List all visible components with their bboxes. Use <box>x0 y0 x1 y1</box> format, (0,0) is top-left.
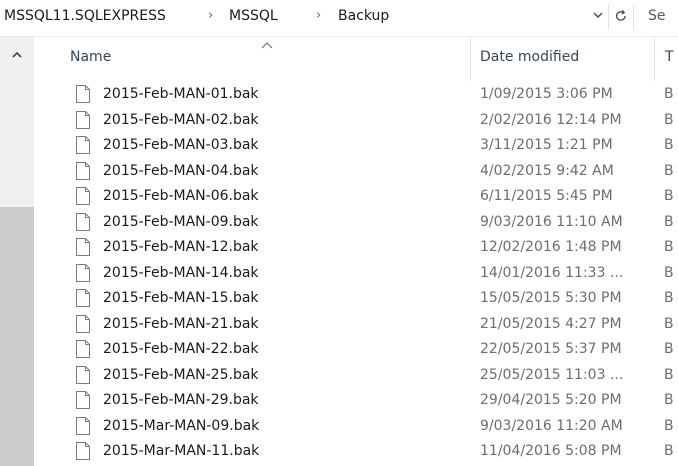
breadcrumb-item-mssql11-sqlexpress[interactable]: MSSQL11.SQLEXPRESS <box>4 8 166 24</box>
file-icon <box>76 187 90 205</box>
file-row[interactable]: 2015-Mar-MAN-11.bak 11/04/2016 5:08 PM B <box>34 439 678 465</box>
file-icon <box>76 238 90 256</box>
file-icon <box>76 314 90 333</box>
breadcrumb-separator[interactable]: › <box>316 8 321 23</box>
file-type: B <box>664 86 674 102</box>
file-row[interactable]: 2015-Feb-MAN-06.bak 6/11/2015 5:45 PM B <box>34 184 678 210</box>
file-row[interactable]: 2015-Feb-MAN-09.bak 9/03/2016 11:10 AM B <box>34 210 678 236</box>
file-row[interactable]: 2015-Feb-MAN-01.bak 1/09/2015 3:06 PM B <box>34 82 678 108</box>
file-type: B <box>664 315 674 332</box>
file-icon <box>76 85 90 103</box>
file-list: 2015-Feb-MAN-01.bak 1/09/2015 3:06 PM B 201… <box>34 82 678 465</box>
file-type: B <box>664 341 674 357</box>
file-type: B <box>664 366 674 383</box>
file-date-modified: 15/05/2015 5:30 PM <box>480 290 622 306</box>
file-name: 2015-Feb-MAN-29.bak <box>103 392 259 408</box>
file-row[interactable]: 2015-Feb-MAN-04.bak 4/02/2015 9:42 AM B <box>34 159 678 185</box>
file-row[interactable]: 2015-Mar-MAN-09.bak 9/03/2016 11:20 AM B <box>34 414 678 440</box>
file-name: 2015-Feb-MAN-22.bak <box>103 341 259 357</box>
sort-ascending-icon <box>261 42 273 49</box>
file-name: 2015-Feb-MAN-15.bak <box>103 290 259 306</box>
file-icon <box>76 289 90 307</box>
breadcrumb-item-mssql[interactable]: MSSQL <box>229 8 278 24</box>
file-type: B <box>664 392 674 408</box>
file-name: 2015-Mar-MAN-09.bak <box>103 417 260 434</box>
file-type: B <box>664 443 674 459</box>
file-date-modified: 12/02/2016 1:48 PM <box>480 239 622 255</box>
scroll-up-icon[interactable] <box>10 47 24 61</box>
file-name: 2015-Feb-MAN-03.bak <box>103 137 259 153</box>
file-name: 2015-Feb-MAN-12.bak <box>103 239 259 255</box>
file-type: B <box>664 137 674 153</box>
file-date-modified: 21/05/2015 4:27 PM <box>480 315 622 332</box>
column-header-name[interactable]: Name <box>34 37 470 81</box>
file-date-modified: 9/03/2016 11:20 AM <box>480 417 623 434</box>
file-icon <box>76 442 90 460</box>
file-date-modified: 1/09/2015 3:06 PM <box>480 86 613 102</box>
file-row[interactable]: 2015-Feb-MAN-03.bak 3/11/2015 1:21 PM B <box>34 133 678 159</box>
file-date-modified: 4/02/2015 9:42 AM <box>480 162 614 179</box>
refresh-button[interactable] <box>608 4 634 30</box>
column-header-date-modified[interactable]: Date modified <box>470 37 655 81</box>
file-date-modified: 22/05/2015 5:37 PM <box>480 341 622 357</box>
file-name: 2015-Feb-MAN-25.bak <box>103 366 259 383</box>
file-type: B <box>664 417 674 434</box>
chevron-down-icon[interactable] <box>591 9 605 23</box>
refresh-icon <box>615 10 626 21</box>
breadcrumb-item-backup[interactable]: Backup <box>338 8 389 24</box>
file-icon <box>76 212 90 231</box>
file-row[interactable]: 2015-Feb-MAN-25.bak 25/05/2015 11:03 ... B <box>34 363 678 389</box>
file-name: 2015-Feb-MAN-06.bak <box>103 188 259 204</box>
file-name: 2015-Mar-MAN-11.bak <box>103 443 260 459</box>
file-type: B <box>664 162 674 179</box>
file-date-modified: 25/05/2015 11:03 ... <box>480 366 624 383</box>
column-header-name-label: Name <box>70 49 112 65</box>
navigation-pane-scrollbar[interactable] <box>0 37 34 466</box>
file-type: B <box>664 290 674 306</box>
file-date-modified: 14/01/2016 11:33 ... <box>480 264 624 281</box>
file-date-modified: 6/11/2015 5:45 PM <box>480 188 613 204</box>
file-type: B <box>664 213 674 230</box>
file-icon <box>76 391 90 409</box>
file-date-modified: 3/11/2015 1:21 PM <box>480 137 613 153</box>
file-row[interactable]: 2015-Feb-MAN-21.bak 21/05/2015 4:27 PM B <box>34 312 678 338</box>
file-type: B <box>664 264 674 281</box>
file-date-modified: 11/04/2016 5:08 PM <box>480 443 622 459</box>
file-row[interactable]: 2015-Feb-MAN-02.bak 2/02/2016 12:14 PM B <box>34 108 678 134</box>
file-icon <box>76 110 90 129</box>
file-icon <box>76 365 90 384</box>
file-type: B <box>664 239 674 255</box>
file-date-modified: 29/04/2015 5:20 PM <box>480 392 622 408</box>
breadcrumb-separator[interactable]: › <box>208 8 213 23</box>
file-name: 2015-Feb-MAN-14.bak <box>103 264 259 281</box>
file-name: 2015-Feb-MAN-02.bak <box>103 111 259 128</box>
file-row[interactable]: 2015-Feb-MAN-29.bak 29/04/2015 5:20 PM B <box>34 388 678 414</box>
file-icon <box>76 416 90 435</box>
file-name: 2015-Feb-MAN-21.bak <box>103 315 259 332</box>
file-row[interactable]: 2015-Feb-MAN-22.bak 22/05/2015 5:37 PM B <box>34 337 678 363</box>
address-bar[interactable]: MSSQL11.SQLEXPRESS › MSSQL › Backup Se <box>0 0 678 37</box>
scrollbar-thumb[interactable] <box>0 207 34 466</box>
search-input[interactable]: Se <box>648 8 666 24</box>
file-name: 2015-Feb-MAN-04.bak <box>103 162 259 179</box>
file-date-modified: 9/03/2016 11:10 AM <box>480 213 623 230</box>
file-icon <box>76 340 90 358</box>
column-header-type[interactable]: T <box>654 37 678 81</box>
file-row[interactable]: 2015-Feb-MAN-14.bak 14/01/2016 11:33 ... B <box>34 261 678 287</box>
file-icon <box>76 161 90 180</box>
file-icon <box>76 263 90 282</box>
file-date-modified: 2/02/2016 12:14 PM <box>480 111 622 128</box>
file-type: B <box>664 111 674 128</box>
column-header-type-label: T <box>665 49 674 65</box>
file-icon <box>76 136 90 154</box>
file-type: B <box>664 188 674 204</box>
file-row[interactable]: 2015-Feb-MAN-15.bak 15/05/2015 5:30 PM B <box>34 286 678 312</box>
column-header-date-label: Date modified <box>480 49 580 65</box>
file-name: 2015-Feb-MAN-01.bak <box>103 86 259 102</box>
file-name: 2015-Feb-MAN-09.bak <box>103 213 259 230</box>
file-row[interactable]: 2015-Feb-MAN-12.bak 12/02/2016 1:48 PM B <box>34 235 678 261</box>
